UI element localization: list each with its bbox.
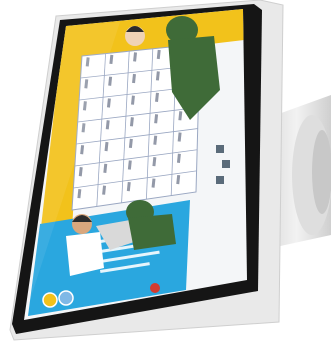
logo-circle <box>58 290 74 306</box>
logo-dot <box>150 283 160 293</box>
green-figure-body <box>128 214 176 250</box>
side-icon <box>222 160 230 168</box>
logo-circle <box>42 292 58 308</box>
side-icon <box>216 145 224 153</box>
photo-scene <box>0 0 331 344</box>
side-icon <box>216 176 224 184</box>
